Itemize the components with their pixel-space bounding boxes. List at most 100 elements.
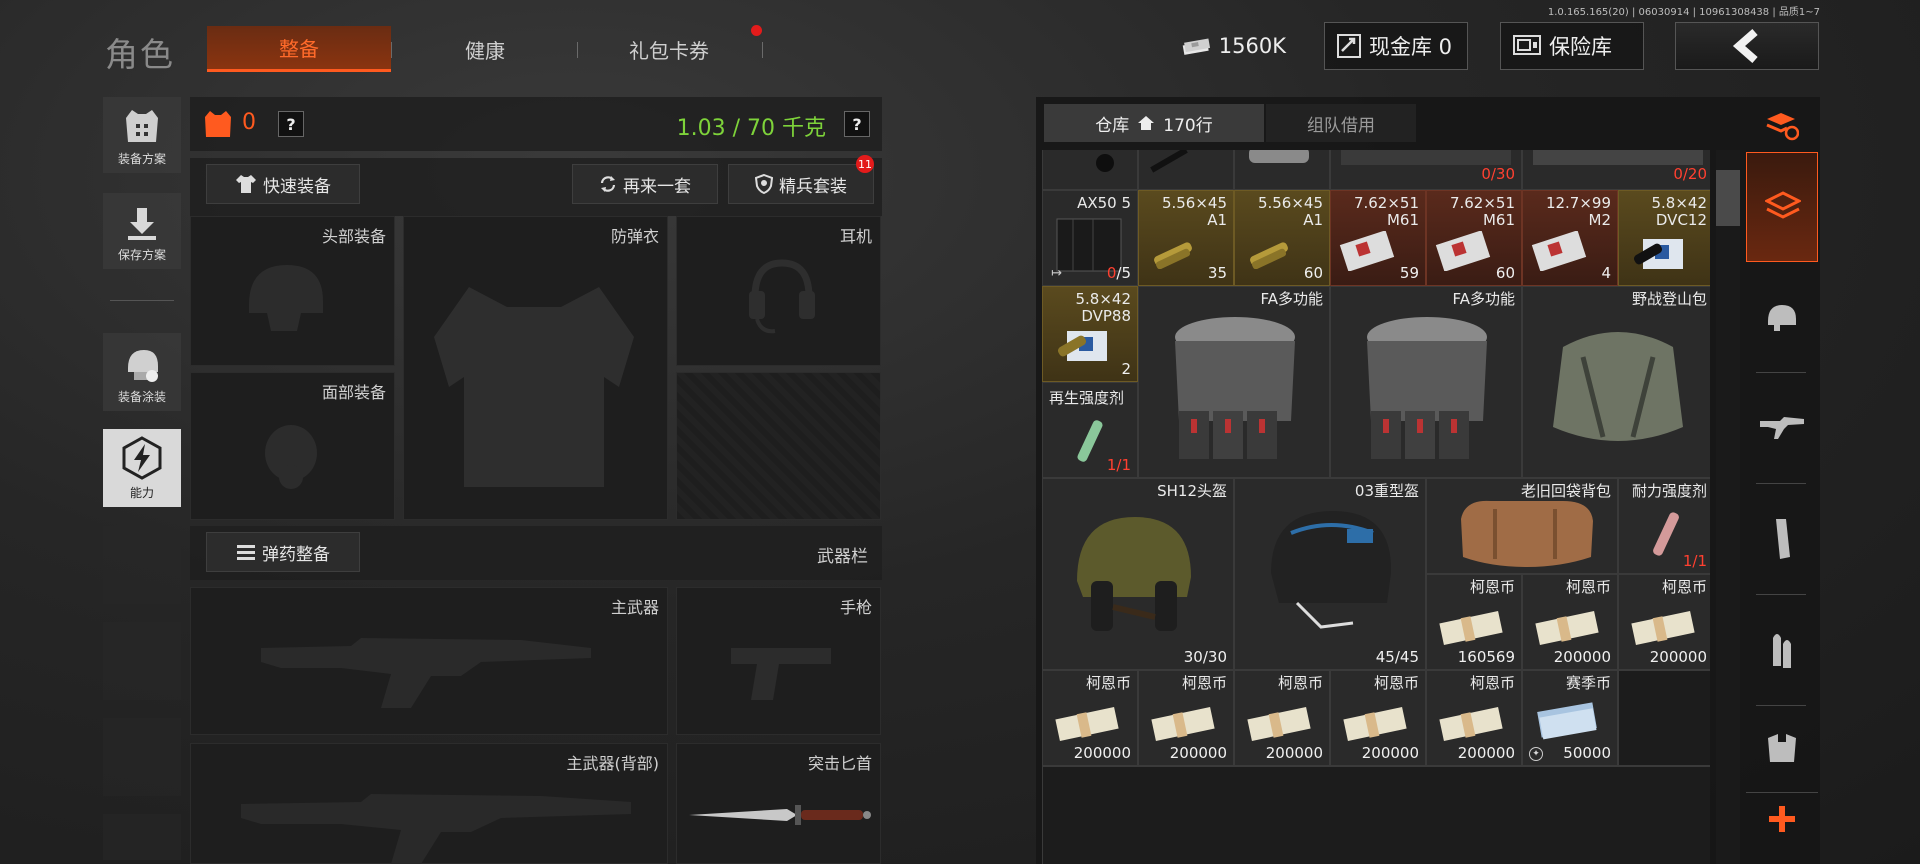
grid-item-fa-multipurpose[interactable]: FA多功能: [1330, 286, 1522, 478]
back-weapon-slot[interactable]: 主武器(背部): [190, 743, 668, 864]
grid-item-ax50-mag[interactable]: AX50 5 ↦ 0/5: [1042, 190, 1138, 286]
retry-set-button[interactable]: 再来一套: [572, 164, 718, 204]
grid-item-ammo-556-a1[interactable]: 5.56×45 A1 60: [1234, 190, 1330, 286]
elite-set-badge: 11: [856, 155, 874, 173]
grid-item-cohen-coin[interactable]: 柯恩币 200000: [1234, 670, 1330, 766]
grid-item-cohen-coin[interactable]: 柯恩币 200000: [1426, 670, 1522, 766]
pistol-slot[interactable]: 手枪: [676, 587, 881, 735]
grid-item-endurance-stimulant[interactable]: 耐力强度剂 1/1: [1618, 478, 1710, 574]
tab-warehouse[interactable]: 仓库 170行: [1044, 104, 1264, 142]
tab-equip[interactable]: 整备: [207, 26, 391, 72]
grid-item[interactable]: [1042, 150, 1138, 190]
grid-item-regen-stimulant[interactable]: 再生强度剂 1/1: [1042, 382, 1138, 478]
grid-item-field-backpack[interactable]: 野战登山包: [1522, 286, 1710, 478]
nav-abilities[interactable]: 能力: [103, 429, 181, 507]
refresh-icon: [600, 176, 616, 192]
page-title: 角色: [105, 35, 175, 74]
sort-stack-button[interactable]: [1746, 100, 1818, 152]
cash-bundle-icon: [1535, 611, 1599, 645]
tab-health[interactable]: 健康: [393, 26, 577, 72]
category-helmet[interactable]: [1746, 262, 1818, 372]
grid-item-fa-multipurpose[interactable]: FA多功能: [1138, 286, 1330, 478]
grid-item-ammo-58-dvc12[interactable]: 5.8×42 DVC12: [1618, 190, 1710, 286]
headset-silhouette-icon: [749, 259, 815, 334]
grid-item-sh12-helmet[interactable]: SH12头盔 30/30: [1042, 478, 1234, 670]
category-ammo[interactable]: [1746, 595, 1818, 705]
head-slot[interactable]: 头部装备: [190, 216, 395, 366]
headset-slot[interactable]: 耳机: [676, 216, 881, 366]
grid-item-cohen-coin[interactable]: 柯恩币 160569: [1426, 574, 1522, 670]
scope-icon: [1096, 154, 1114, 172]
nav-empty-slot: [103, 526, 181, 604]
item-count: 35: [1207, 264, 1227, 282]
knife-slot[interactable]: 突击匕首: [676, 743, 881, 864]
grid-item-cohen-coin[interactable]: 柯恩币 200000: [1042, 670, 1138, 766]
safe-box-button[interactable]: 保险库: [1500, 22, 1644, 70]
item-count: 30/30: [1183, 648, 1227, 666]
add-category-button[interactable]: [1746, 792, 1818, 844]
slot-label: 手枪: [839, 598, 872, 617]
grid-item-ammo-556-a1[interactable]: 5.56×45 A1 35: [1138, 190, 1234, 286]
home-icon: [1138, 116, 1155, 130]
nav-empty-slot: [103, 622, 181, 700]
tab-gift-coupons[interactable]: 礼包卡券: [577, 26, 761, 72]
grid-item-ammo-127-m2[interactable]: 12.7×99 M2 4: [1522, 190, 1618, 286]
lightning-hex-icon: [122, 436, 162, 480]
grid-item-cohen-coin[interactable]: 柯恩币 200000: [1330, 670, 1426, 766]
retry-set-label: 再来一套: [623, 176, 691, 197]
grid-item[interactable]: 0/30: [1330, 150, 1522, 190]
back-button[interactable]: [1675, 22, 1819, 70]
magazine-icon: [1776, 519, 1790, 559]
grid-empty-cell[interactable]: [1618, 670, 1710, 766]
cash-vault-icon: [1337, 34, 1361, 58]
warehouse-row-count: 170行: [1163, 115, 1213, 136]
grid-item-ammo-762-m61[interactable]: 7.62×51 M61 60: [1426, 190, 1522, 286]
tab-team-borrow[interactable]: 组队借用: [1266, 104, 1416, 142]
grid-item-cohen-coin[interactable]: 柯恩币 200000: [1522, 574, 1618, 670]
slot-label: 突击匕首: [807, 754, 872, 773]
nav-equipment-skin[interactable]: 装备涂装: [103, 333, 181, 411]
weight-help-button[interactable]: ?: [844, 111, 870, 137]
extra-slot[interactable]: [676, 372, 881, 520]
category-gear[interactable]: [1746, 706, 1818, 792]
grid-item-ammo-762-m61[interactable]: 7.62×51 M61 59: [1330, 190, 1426, 286]
category-rifle[interactable]: [1746, 373, 1818, 483]
face-slot[interactable]: 面部装备: [190, 372, 395, 520]
item-count: 1/1: [1106, 456, 1131, 474]
vest-slot[interactable]: 防弹衣: [403, 216, 668, 520]
ammo-box-blue-icon: [1057, 331, 1107, 361]
grid-item[interactable]: [1138, 150, 1234, 190]
item-count: 200000: [1265, 744, 1323, 762]
item-name: FA多功能: [1452, 290, 1515, 308]
nav-loadout-plans[interactable]: 装备方案: [103, 97, 181, 173]
grid-item-cohen-coin[interactable]: 柯恩币 200000: [1138, 670, 1234, 766]
ammo-prep-button[interactable]: 弹药整备: [206, 532, 360, 572]
grid-item-old-duffel-bag[interactable]: 老旧回袋背包: [1426, 478, 1618, 574]
grid-item[interactable]: 0/20: [1522, 150, 1710, 190]
item-name: 柯恩币: [1469, 674, 1515, 692]
chevron-left-icon: [1732, 29, 1758, 63]
category-magazine[interactable]: [1746, 484, 1818, 594]
item-count: 200000: [1553, 648, 1611, 666]
grid-item-season-coin[interactable]: 赛季币 ✦ 50000: [1522, 670, 1618, 766]
nav-save-plan[interactable]: 保存方案: [103, 193, 181, 269]
armor-help-button[interactable]: ?: [278, 111, 304, 137]
grid-item[interactable]: [1234, 150, 1330, 190]
item-count: 0/20: [1673, 165, 1707, 183]
item-name: 7.62×51 M61: [1353, 194, 1419, 229]
elite-set-button[interactable]: 精兵套装: [728, 164, 874, 204]
category-all[interactable]: [1746, 152, 1818, 262]
scrollbar-thumb[interactable]: [1716, 170, 1740, 226]
primary-weapon-slot[interactable]: 主武器: [190, 587, 668, 735]
warehouse-scrollbar[interactable]: [1716, 150, 1740, 864]
ammo-list-icon: [237, 545, 255, 560]
helmet-silhouette-icon: [249, 265, 323, 331]
item-name: 再生强度剂: [1049, 389, 1125, 407]
quick-equip-button[interactable]: 快速装备: [206, 164, 360, 204]
cash-vault-button[interactable]: 现金库 0: [1324, 22, 1468, 70]
item-count: 200000: [1361, 744, 1419, 762]
layers-refresh-icon: [1766, 113, 1799, 141]
grid-item-ammo-58-dvp88[interactable]: 5.8×42 DVP88 2: [1042, 286, 1138, 382]
grid-item-03-heavy-helmet[interactable]: 03重型盔 45/45: [1234, 478, 1426, 670]
grid-item-cohen-coin[interactable]: 柯恩币 200000: [1618, 574, 1710, 670]
